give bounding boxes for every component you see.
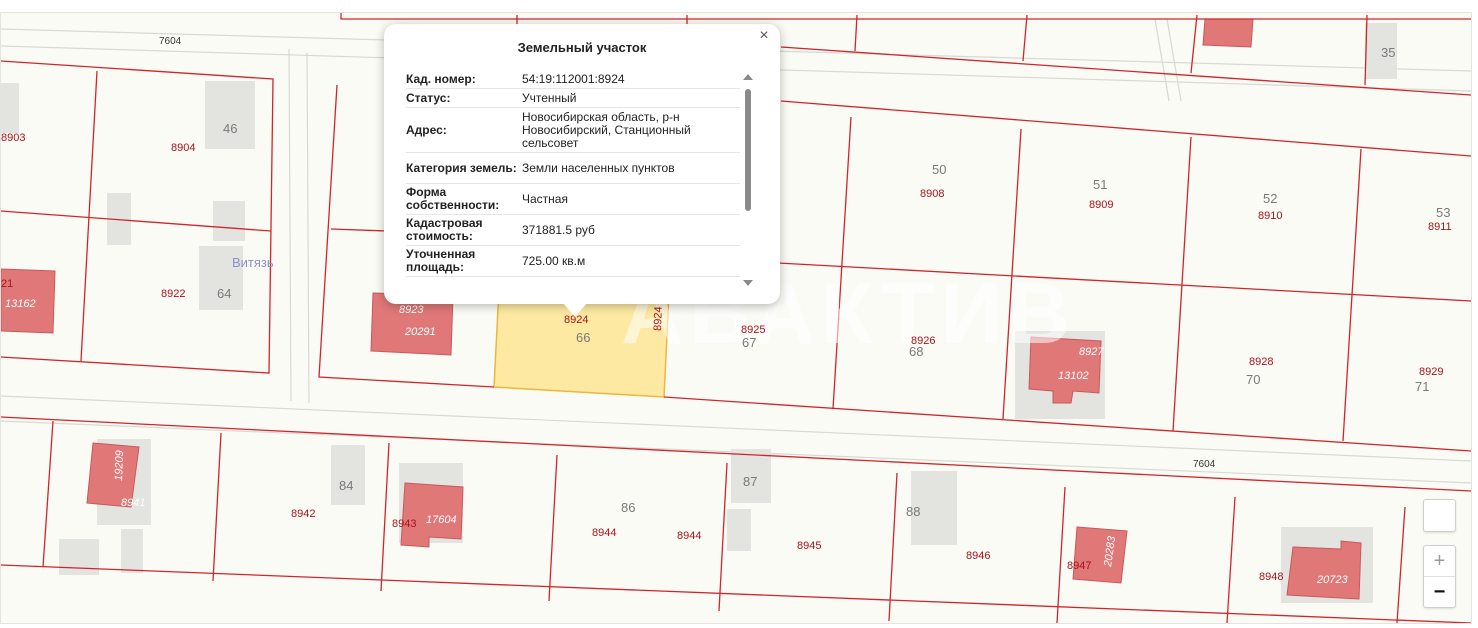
popup-scrollbar[interactable] [742,72,754,288]
row-value: Учтенный [522,90,577,105]
house-number: 86 [621,500,635,515]
parcel-label: 8923 [399,304,424,316]
house-number: 88 [906,504,920,519]
scroll-thumb[interactable] [745,89,751,211]
zoom-in-button[interactable]: + [1424,546,1455,577]
row-value: 725.00 кв.м [522,253,586,268]
row-cad-value: Кадастровая стоимость: 371881.5 руб [406,215,740,246]
parcel-label: 8924 [652,306,665,331]
building-label: 17604 [426,514,457,526]
street-label: 7604 [1193,459,1216,470]
scroll-up-arrow-icon[interactable] [743,74,753,80]
row-key: Кадастровая стоимость: [406,216,483,243]
house-number: 71 [1415,379,1429,394]
popup-title: Земельный участок [517,40,647,55]
row-key: Категория земель: [406,160,517,175]
parcel-label: 8928 [1249,356,1273,368]
parcel-label: 8911 [1428,221,1452,233]
parcel-info-popup: × Земельный участок Кад. номер: 54:19:11… [384,24,780,304]
parcel-label: 8944 [677,530,701,542]
popup-table: Кад. номер: 54:19:112001:8924 Статус: Уч… [406,70,740,290]
row-ownership: Форма собственности: Частная [406,184,740,215]
row-key: Статус: [406,90,451,105]
parcel-label: 8946 [966,550,990,562]
building-label: 13102 [1058,370,1089,382]
house-number: 66 [576,330,590,345]
parcel-label: 8945 [797,540,821,552]
house-number: 50 [932,162,946,177]
parcel-label: 8922 [161,288,185,300]
house-number: 84 [339,478,353,493]
building-label: 20723 [1316,574,1348,586]
row-value: Земли населенных пунктов [522,160,675,175]
parcel-label: 8944 [592,527,616,539]
parcel-label: 8942 [291,508,315,520]
house-number: 67 [742,335,756,350]
parcel-label: 8947 [1067,560,1091,572]
house-number: 52 [1263,191,1277,206]
house-number: 35 [1381,45,1395,60]
house-number: 51 [1093,177,1107,192]
row-status: Статус: Учтенный [406,89,740,108]
row-value: 54:19:112001:8924 [522,71,625,86]
building-label: 20291 [404,326,436,338]
parcel-label: 8941 [121,497,145,509]
house-number: 68 [909,344,923,359]
zoom-control: + − [1423,545,1456,608]
parcel-label: 8908 [920,188,944,200]
popup-pointer [563,303,587,317]
layers-button[interactable] [1423,499,1456,532]
street-label: 7604 [159,36,182,47]
house-number: 87 [743,474,757,489]
house-number: 53 [1436,205,1450,220]
parcel-label: 8910 [1258,210,1282,222]
house-number: 70 [1246,372,1260,387]
parcel-label: 8948 [1259,571,1283,583]
parcel-label: 8904 [171,142,195,154]
house-number: 64 [217,286,231,301]
scroll-down-arrow-icon[interactable] [743,280,753,286]
place-name: Витязь [232,255,274,270]
parcel-label: 8903 [1,132,25,144]
row-value: Новосибирская область, р-н Новосибирский… [522,109,691,150]
parcel-label: 8929 [1419,366,1443,378]
building-label: 19209 [113,450,126,481]
row-cad-number: Кад. номер: 54:19:112001:8924 [406,70,740,89]
row-value: 371881.5 руб [522,222,595,237]
house-number: 46 [223,121,237,136]
parcel-label: 8909 [1089,199,1113,211]
row-key: Уточненная площадь: [406,247,476,274]
row-address: Адрес: Новосибирская область, р-н Новоси… [406,108,740,153]
row-key: Кад. номер: [406,71,476,86]
parcel-label: 8927 [1079,346,1104,358]
row-key: Адрес: [406,122,447,137]
row-land-category: Категория земель: Земли населенных пункт… [406,153,740,184]
zoom-out-button[interactable]: − [1424,577,1455,607]
row-value: Частная [522,191,568,206]
row-key: Форма собственности: [406,185,500,212]
parcel-label: 21 [1,278,13,290]
row-area: Уточненная площадь: 725.00 кв.м [406,246,740,277]
building-label: 13162 [5,298,36,310]
parcel-label: 8943 [392,518,416,530]
